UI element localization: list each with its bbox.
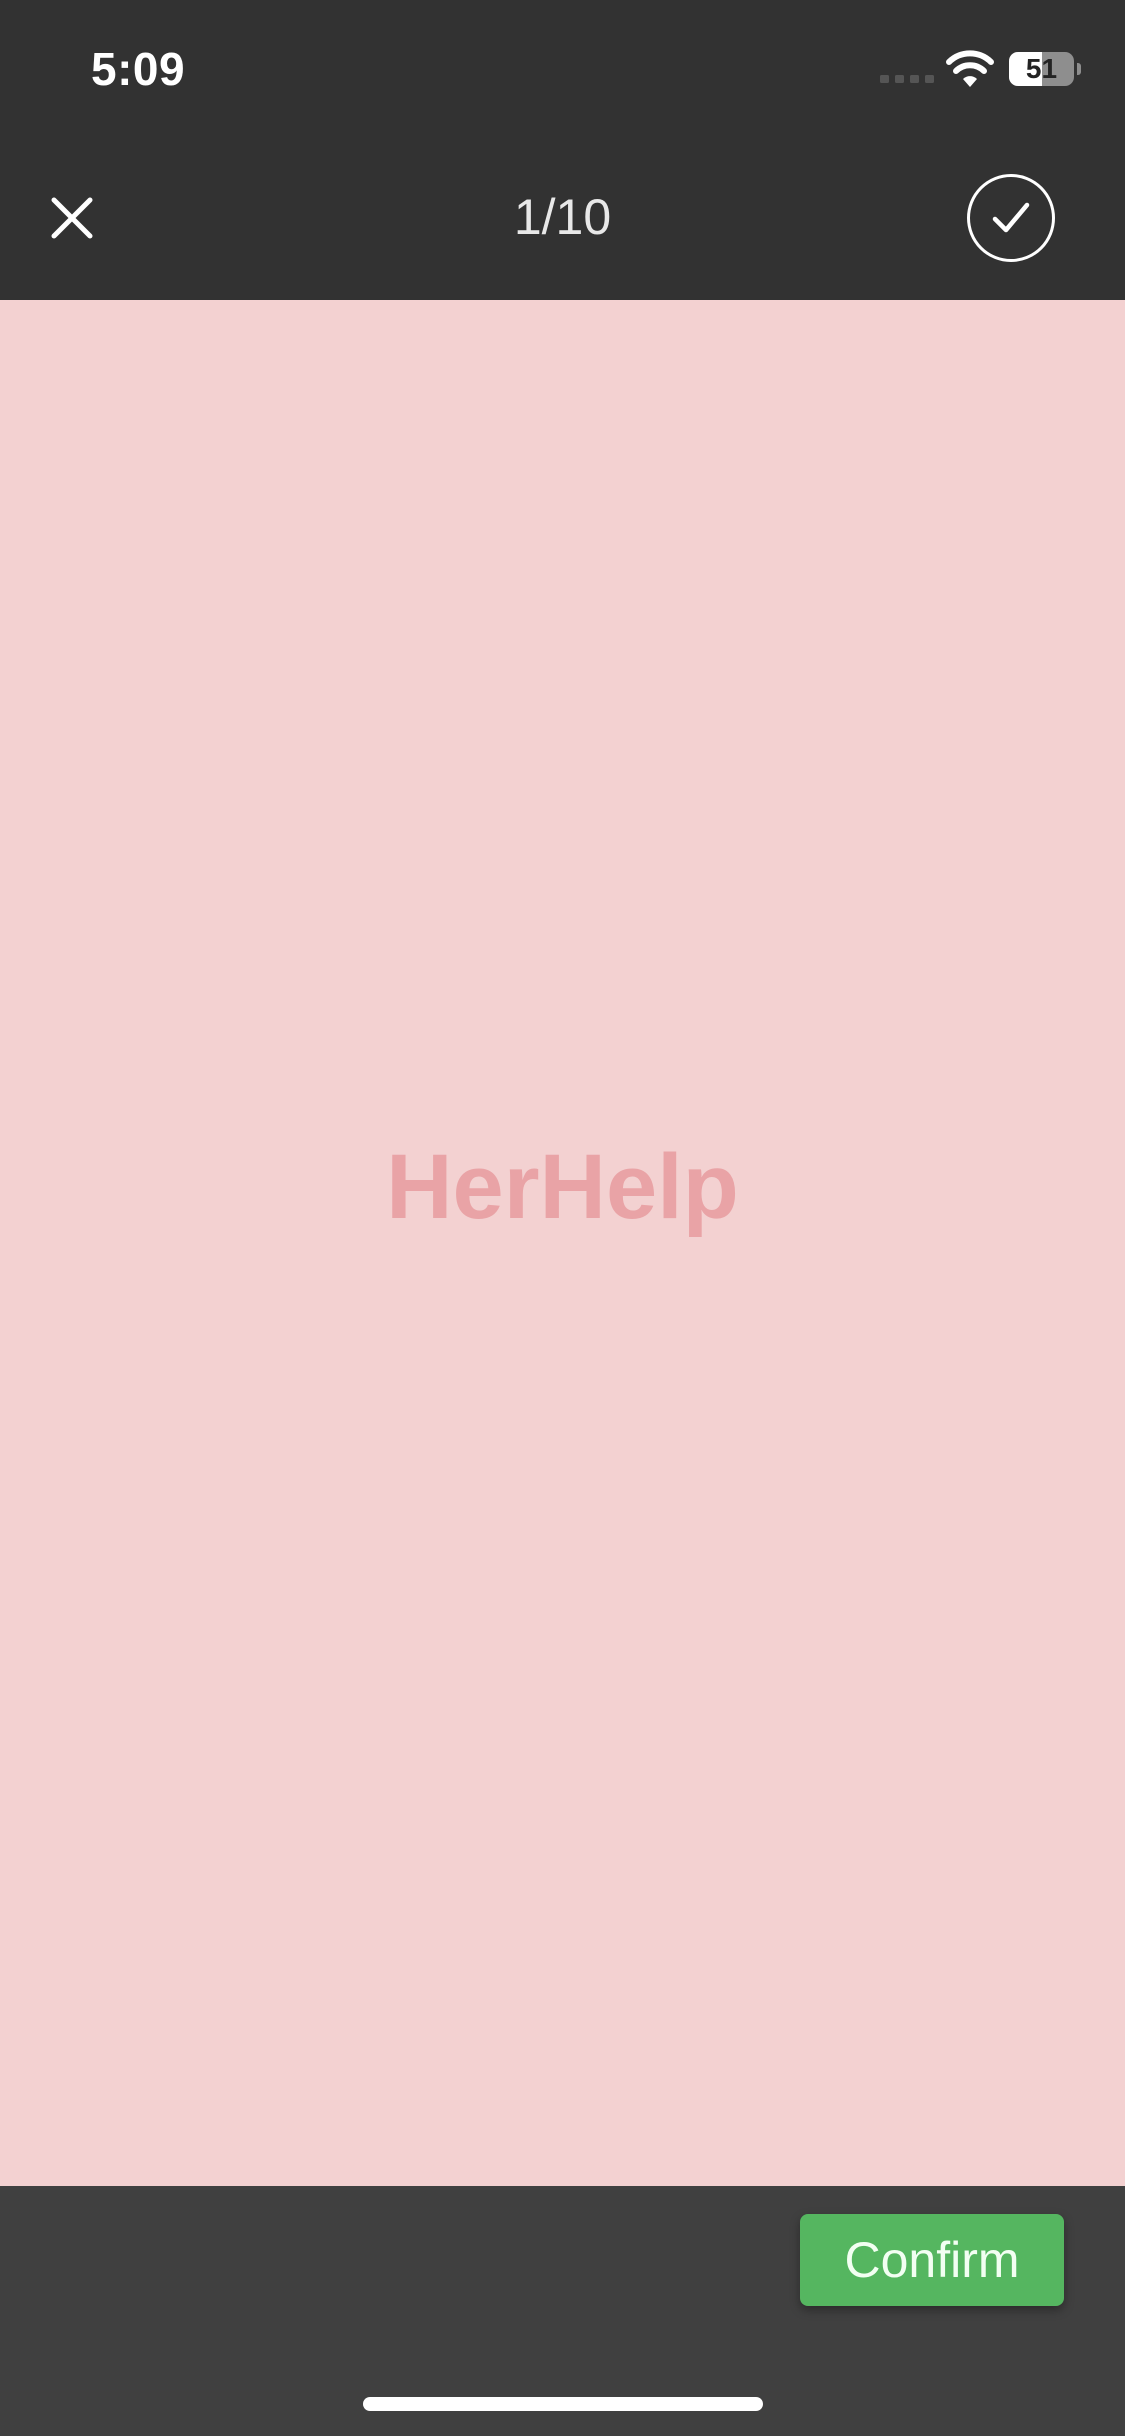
bottom-toolbar: Confirm — [0, 2186, 1125, 2436]
status-time: 5:09 — [91, 43, 186, 95]
signal-icon — [880, 75, 934, 83]
home-indicator — [363, 2397, 763, 2411]
confirm-button[interactable]: Confirm — [800, 2214, 1064, 2306]
image-preview: HerHelp — [0, 300, 1125, 2186]
brand-logo-text: HerHelp — [386, 1135, 739, 1238]
battery-level: 51 — [1025, 53, 1058, 84]
page-counter: 1/10 — [513, 189, 612, 245]
nav-bar: 1/10 — [0, 132, 1125, 300]
done-button[interactable] — [967, 174, 1055, 262]
wifi-icon — [946, 50, 994, 87]
checkmark-icon — [992, 202, 1030, 233]
image-preview-screen: 5:09 51 1/10 HerHelp Confirm — [0, 0, 1125, 2436]
status-bar: 5:09 51 — [0, 0, 1125, 132]
battery-icon: 51 — [1009, 52, 1081, 86]
